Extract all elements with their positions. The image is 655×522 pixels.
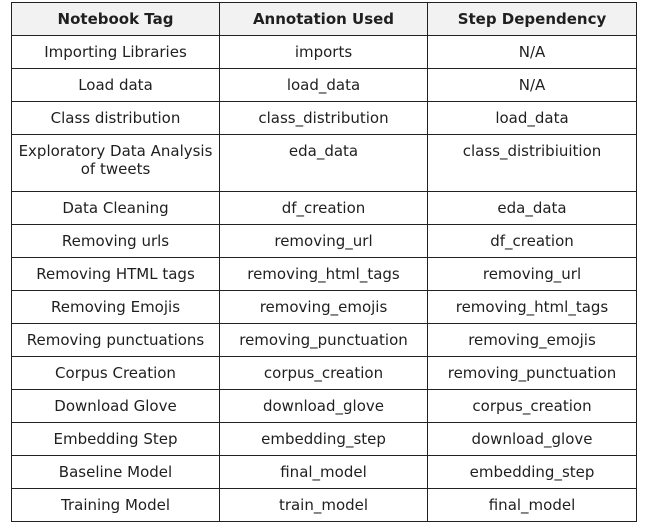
cell-annotation: imports (219, 35, 428, 69)
cell-notebook-tag: Load data (11, 68, 220, 102)
table-row: Baseline Model final_model embedding_ste… (11, 455, 637, 489)
table-row: Removing Emojis removing_emojis removing… (11, 290, 637, 324)
cell-dependency: removing_punctuation (427, 356, 637, 390)
table-row: Embedding Step embedding_step download_g… (11, 422, 637, 456)
table-row: Load data load_data N/A (11, 68, 637, 102)
cell-notebook-tag: Baseline Model (11, 455, 220, 489)
cell-annotation: df_creation (219, 191, 428, 225)
cell-dependency: N/A (427, 35, 637, 69)
header-step-dependency: Step Dependency (427, 2, 637, 36)
cell-dependency: eda_data (427, 191, 637, 225)
cell-annotation: corpus_creation (219, 356, 428, 390)
cell-annotation: train_model (219, 488, 428, 522)
cell-notebook-tag: Removing urls (11, 224, 220, 258)
cell-notebook-tag: Removing HTML tags (11, 257, 220, 291)
header-annotation-used: Annotation Used (219, 2, 428, 36)
header-notebook-tag: Notebook Tag (11, 2, 220, 36)
table-row: Training Model train_model final_model (11, 488, 637, 522)
cell-annotation: removing_url (219, 224, 428, 258)
notebook-steps-table: Notebook Tag Annotation Used Step Depend… (11, 2, 637, 522)
table-row: Removing urls removing_url df_creation (11, 224, 637, 258)
cell-annotation: load_data (219, 68, 428, 102)
table-header-row: Notebook Tag Annotation Used Step Depend… (11, 2, 637, 36)
cell-dependency: df_creation (427, 224, 637, 258)
table-row: Removing HTML tags removing_html_tags re… (11, 257, 637, 291)
cell-notebook-tag: Exploratory Data Analysis of tweets (11, 134, 220, 192)
cell-annotation: embedding_step (219, 422, 428, 456)
cell-dependency: final_model (427, 488, 637, 522)
cell-annotation: removing_html_tags (219, 257, 428, 291)
cell-annotation: removing_emojis (219, 290, 428, 324)
table-row: Class distribution class_distribution lo… (11, 101, 637, 135)
cell-annotation: removing_punctuation (219, 323, 428, 357)
cell-notebook-tag: Importing Libraries (11, 35, 220, 69)
cell-notebook-tag: Corpus Creation (11, 356, 220, 390)
cell-annotation: class_distribution (219, 101, 428, 135)
cell-dependency: embedding_step (427, 455, 637, 489)
cell-dependency: class_distribiuition (427, 134, 637, 192)
cell-notebook-tag: Data Cleaning (11, 191, 220, 225)
table-row: Removing punctuations removing_punctuati… (11, 323, 637, 357)
table-row: Importing Libraries imports N/A (11, 35, 637, 69)
table-row: Exploratory Data Analysis of tweets eda_… (11, 134, 637, 192)
table-body: Importing Libraries imports N/A Load dat… (11, 35, 637, 522)
cell-notebook-tag: Training Model (11, 488, 220, 522)
cell-annotation: download_glove (219, 389, 428, 423)
cell-annotation: final_model (219, 455, 428, 489)
cell-dependency: N/A (427, 68, 637, 102)
cell-annotation: eda_data (219, 134, 428, 192)
cell-dependency: corpus_creation (427, 389, 637, 423)
table-row: Corpus Creation corpus_creation removing… (11, 356, 637, 390)
table-row: Data Cleaning df_creation eda_data (11, 191, 637, 225)
cell-dependency: removing_url (427, 257, 637, 291)
cell-dependency: removing_emojis (427, 323, 637, 357)
cell-notebook-tag: Embedding Step (11, 422, 220, 456)
cell-notebook-tag: Download Glove (11, 389, 220, 423)
table-row: Download Glove download_glove corpus_cre… (11, 389, 637, 423)
cell-dependency: load_data (427, 101, 637, 135)
cell-notebook-tag: Removing Emojis (11, 290, 220, 324)
cell-notebook-tag: Removing punctuations (11, 323, 220, 357)
cell-dependency: removing_html_tags (427, 290, 637, 324)
cell-notebook-tag: Class distribution (11, 101, 220, 135)
cell-dependency: download_glove (427, 422, 637, 456)
